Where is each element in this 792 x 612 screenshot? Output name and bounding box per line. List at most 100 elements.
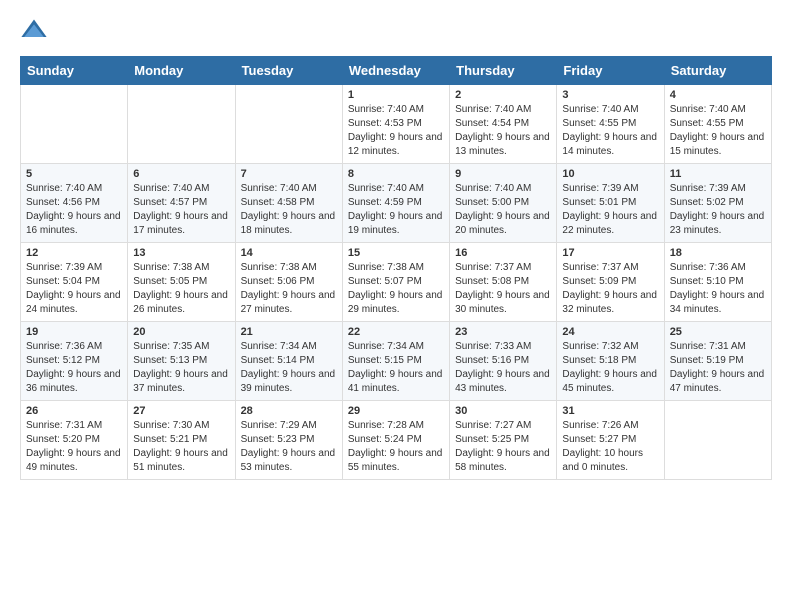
calendar-day-cell: 6 Sunrise: 7:40 AM Sunset: 4:57 PM Daylig… <box>128 164 235 243</box>
calendar-day-cell: 8 Sunrise: 7:40 AM Sunset: 4:59 PM Daylig… <box>342 164 449 243</box>
calendar-day-cell: 15Sunrise: 7:38 AM Sunset: 5:07 PM Dayli… <box>342 243 449 322</box>
calendar-week-row: 12 Sunrise: 7:39 AM Sunset: 5:04 PM Dayli… <box>21 243 772 322</box>
calendar-table: SundayMondayTuesdayWednesdayThursdayFrid… <box>20 56 772 480</box>
calendar-day-cell <box>235 85 342 164</box>
day-number: 12 <box>26 247 122 259</box>
day-detail: Sunrise: 7:38 AM Sunset: 5:06 PM Dayligh… <box>241 261 337 317</box>
calendar-day-cell <box>21 85 128 164</box>
day-detail: Sunrise: 7:39 AM Sunset: 5:01 PM Dayligh… <box>562 182 658 238</box>
day-detail: Sunrise: 7:36 AM Sunset: 5:10 PM Dayligh… <box>670 261 766 317</box>
day-detail: Sunrise: 7:38 AM Sunset: 5:05 PM Dayligh… <box>133 261 229 317</box>
day-detail: Sunrise: 7:40 AM Sunset: 4:59 PM Dayligh… <box>348 182 444 238</box>
calendar-day-cell: 14Sunrise: 7:38 AM Sunset: 5:06 PM Dayli… <box>235 243 342 322</box>
calendar-day-cell: 11Sunrise: 7:39 AM Sunset: 5:02 PM Dayli… <box>664 164 771 243</box>
calendar-day-cell: 1 Sunrise: 7:40 AM Sunset: 4:53 PM Daylig… <box>342 85 449 164</box>
day-number: 24 <box>562 326 658 338</box>
day-detail: Sunrise: 7:36 AM Sunset: 5:12 PM Dayligh… <box>26 340 122 396</box>
calendar-day-cell: 31 Sunrise: 7:26 AM Sunset: 5:27 PM Dayli… <box>557 401 664 480</box>
calendar-day-cell: 25 Sunrise: 7:31 AM Sunset: 5:19 PM Dayli… <box>664 322 771 401</box>
logo-icon <box>20 16 48 44</box>
day-detail: Sunrise: 7:31 AM Sunset: 5:20 PM Dayligh… <box>26 419 122 475</box>
day-number: 17 <box>562 247 658 259</box>
day-detail: Sunrise: 7:40 AM Sunset: 4:55 PM Dayligh… <box>562 103 658 159</box>
day-number: 21 <box>241 326 337 338</box>
day-detail: Sunrise: 7:31 AM Sunset: 5:19 PM Dayligh… <box>670 340 766 396</box>
day-number: 22 <box>348 326 444 338</box>
day-detail: Sunrise: 7:39 AM Sunset: 5:04 PM Dayligh… <box>26 261 122 317</box>
day-number: 13 <box>133 247 229 259</box>
calendar-day-cell: 22 Sunrise: 7:34 AM Sunset: 5:15 PM Dayli… <box>342 322 449 401</box>
calendar-day-header: Wednesday <box>342 57 449 85</box>
day-detail: Sunrise: 7:40 AM Sunset: 4:55 PM Dayligh… <box>670 103 766 159</box>
day-number: 9 <box>455 168 551 180</box>
calendar-day-cell: 26Sunrise: 7:31 AM Sunset: 5:20 PM Dayli… <box>21 401 128 480</box>
calendar-day-cell: 20 Sunrise: 7:35 AM Sunset: 5:13 PM Dayli… <box>128 322 235 401</box>
day-number: 27 <box>133 405 229 417</box>
day-detail: Sunrise: 7:40 AM Sunset: 4:53 PM Dayligh… <box>348 103 444 159</box>
day-detail: Sunrise: 7:33 AM Sunset: 5:16 PM Dayligh… <box>455 340 551 396</box>
calendar-day-cell: 29Sunrise: 7:28 AM Sunset: 5:24 PM Dayli… <box>342 401 449 480</box>
page-container: SundayMondayTuesdayWednesdayThursdayFrid… <box>0 0 792 496</box>
day-detail: Sunrise: 7:34 AM Sunset: 5:15 PM Dayligh… <box>348 340 444 396</box>
day-number: 25 <box>670 326 766 338</box>
day-number: 6 <box>133 168 229 180</box>
calendar-day-cell: 13 Sunrise: 7:38 AM Sunset: 5:05 PM Dayli… <box>128 243 235 322</box>
calendar-day-cell: 28 Sunrise: 7:29 AM Sunset: 5:23 PM Dayli… <box>235 401 342 480</box>
header <box>20 16 772 44</box>
day-number: 16 <box>455 247 551 259</box>
day-detail: Sunrise: 7:27 AM Sunset: 5:25 PM Dayligh… <box>455 419 551 475</box>
day-number: 2 <box>455 89 551 101</box>
calendar-day-cell <box>664 401 771 480</box>
day-detail: Sunrise: 7:37 AM Sunset: 5:08 PM Dayligh… <box>455 261 551 317</box>
calendar-header-row: SundayMondayTuesdayWednesdayThursdayFrid… <box>21 57 772 85</box>
day-number: 31 <box>562 405 658 417</box>
calendar-day-cell: 2 Sunrise: 7:40 AM Sunset: 4:54 PM Daylig… <box>450 85 557 164</box>
calendar-week-row: 19 Sunrise: 7:36 AM Sunset: 5:12 PM Dayli… <box>21 322 772 401</box>
calendar-day-cell: 30 Sunrise: 7:27 AM Sunset: 5:25 PM Dayli… <box>450 401 557 480</box>
calendar-day-header: Sunday <box>21 57 128 85</box>
day-number: 5 <box>26 168 122 180</box>
calendar-day-cell: 3Sunrise: 7:40 AM Sunset: 4:55 PM Daylig… <box>557 85 664 164</box>
calendar-day-header: Tuesday <box>235 57 342 85</box>
calendar-day-cell: 21 Sunrise: 7:34 AM Sunset: 5:14 PM Dayli… <box>235 322 342 401</box>
day-number: 15 <box>348 247 444 259</box>
day-detail: Sunrise: 7:28 AM Sunset: 5:24 PM Dayligh… <box>348 419 444 475</box>
day-detail: Sunrise: 7:40 AM Sunset: 5:00 PM Dayligh… <box>455 182 551 238</box>
day-number: 8 <box>348 168 444 180</box>
day-number: 10 <box>562 168 658 180</box>
day-number: 4 <box>670 89 766 101</box>
calendar-day-cell: 27 Sunrise: 7:30 AM Sunset: 5:21 PM Dayli… <box>128 401 235 480</box>
day-detail: Sunrise: 7:35 AM Sunset: 5:13 PM Dayligh… <box>133 340 229 396</box>
calendar-day-cell: 18 Sunrise: 7:36 AM Sunset: 5:10 PM Dayli… <box>664 243 771 322</box>
day-number: 23 <box>455 326 551 338</box>
day-detail: Sunrise: 7:40 AM Sunset: 4:56 PM Dayligh… <box>26 182 122 238</box>
day-detail: Sunrise: 7:39 AM Sunset: 5:02 PM Dayligh… <box>670 182 766 238</box>
day-detail: Sunrise: 7:40 AM Sunset: 4:54 PM Dayligh… <box>455 103 551 159</box>
calendar-day-cell: 17 Sunrise: 7:37 AM Sunset: 5:09 PM Dayli… <box>557 243 664 322</box>
calendar-week-row: 26Sunrise: 7:31 AM Sunset: 5:20 PM Dayli… <box>21 401 772 480</box>
day-number: 28 <box>241 405 337 417</box>
day-detail: Sunrise: 7:40 AM Sunset: 4:57 PM Dayligh… <box>133 182 229 238</box>
calendar-day-cell: 12 Sunrise: 7:39 AM Sunset: 5:04 PM Dayli… <box>21 243 128 322</box>
calendar-day-cell: 19 Sunrise: 7:36 AM Sunset: 5:12 PM Dayli… <box>21 322 128 401</box>
calendar-day-cell: 23 Sunrise: 7:33 AM Sunset: 5:16 PM Dayli… <box>450 322 557 401</box>
day-detail: Sunrise: 7:32 AM Sunset: 5:18 PM Dayligh… <box>562 340 658 396</box>
day-detail: Sunrise: 7:34 AM Sunset: 5:14 PM Dayligh… <box>241 340 337 396</box>
calendar-day-header: Monday <box>128 57 235 85</box>
day-number: 7 <box>241 168 337 180</box>
day-number: 20 <box>133 326 229 338</box>
day-number: 30 <box>455 405 551 417</box>
calendar-week-row: 5 Sunrise: 7:40 AM Sunset: 4:56 PM Daylig… <box>21 164 772 243</box>
logo <box>20 16 52 44</box>
day-detail: Sunrise: 7:29 AM Sunset: 5:23 PM Dayligh… <box>241 419 337 475</box>
calendar-day-cell: 4 Sunrise: 7:40 AM Sunset: 4:55 PM Daylig… <box>664 85 771 164</box>
day-number: 19 <box>26 326 122 338</box>
calendar-day-header: Friday <box>557 57 664 85</box>
day-number: 1 <box>348 89 444 101</box>
day-detail: Sunrise: 7:26 AM Sunset: 5:27 PM Dayligh… <box>562 419 658 475</box>
day-detail: Sunrise: 7:40 AM Sunset: 4:58 PM Dayligh… <box>241 182 337 238</box>
calendar-day-cell: 5 Sunrise: 7:40 AM Sunset: 4:56 PM Daylig… <box>21 164 128 243</box>
day-detail: Sunrise: 7:37 AM Sunset: 5:09 PM Dayligh… <box>562 261 658 317</box>
day-number: 18 <box>670 247 766 259</box>
day-detail: Sunrise: 7:30 AM Sunset: 5:21 PM Dayligh… <box>133 419 229 475</box>
